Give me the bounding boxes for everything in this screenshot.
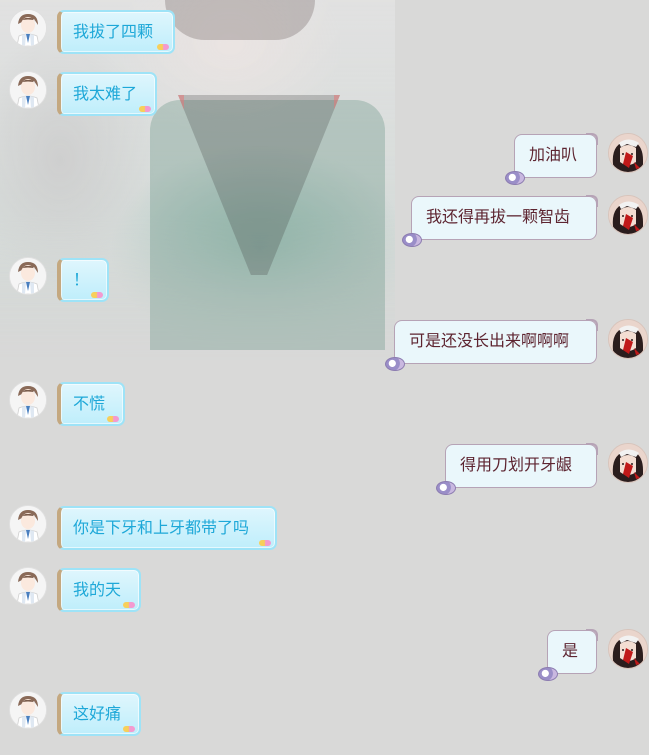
bubble-corner-icon [586,133,598,145]
message-text: 你是下牙和上牙都带了吗 [73,518,250,537]
outgoing-message-bubble[interactable]: 我还得再拔一颗智齿 [402,195,598,247]
bubble-decoration-icon [402,233,422,247]
bubble-corner-icon [586,443,598,455]
incoming-message-bubble[interactable]: 不慌 [57,382,125,426]
message-text: 我拔了四颗 [73,22,154,41]
message-text: 我太难了 [73,84,138,103]
bubble-decoration-icon [157,44,169,50]
message-row-1: 我拔了四颗 [0,9,649,63]
bubble-corner-icon [586,195,598,207]
boy-avatar-icon[interactable] [9,257,47,295]
incoming-message-bubble[interactable]: 这好痛 [57,692,141,736]
bubble-decoration-icon [91,292,103,298]
message-row-11: 是 [0,629,649,683]
girl-avatar-icon[interactable] [608,629,648,669]
message-text: 可是还没长出来啊啊啊 [409,331,570,350]
boy-avatar-icon[interactable] [9,71,47,109]
bubble-corner-icon [586,629,598,641]
boy-avatar-icon[interactable] [9,691,47,729]
boy-avatar-icon[interactable] [9,505,47,543]
outgoing-message-bubble[interactable]: 可是还没长出来啊啊啊 [385,319,598,371]
incoming-message-bubble[interactable]: 你是下牙和上牙都带了吗 [57,506,277,550]
message-text: ！ [73,270,90,289]
message-row-7: 不慌 [0,381,649,435]
message-text: 加油叭 [529,145,578,164]
bubble-decoration-icon [123,726,135,732]
girl-avatar-icon[interactable] [608,319,648,359]
message-text: 不慌 [73,394,106,413]
incoming-message-bubble[interactable]: 我拔了四颗 [57,10,175,54]
bubble-decoration-icon [107,416,119,422]
message-row-9: 你是下牙和上牙都带了吗 [0,505,649,559]
bubble-decoration-icon [436,481,456,495]
girl-avatar-icon[interactable] [608,133,648,173]
message-row-12: 这好痛 [0,691,649,745]
message-row-8: 得用刀划开牙龈 [0,443,649,497]
boy-avatar-icon[interactable] [9,9,47,47]
message-text: 得用刀划开牙龈 [460,455,573,474]
bubble-corner-icon [586,319,598,331]
incoming-message-bubble[interactable]: 我太难了 [57,72,157,116]
message-row-10: 我的天 [0,567,649,621]
outgoing-message-bubble[interactable]: 是 [538,629,598,681]
bubble-decoration-icon [538,667,558,681]
message-text: 我还得再拔一颗智齿 [426,207,571,226]
bubble-decoration-icon [385,357,405,371]
bubble-decoration-icon [259,540,271,546]
outgoing-message-bubble[interactable]: 加油叭 [505,133,598,185]
boy-avatar-icon[interactable] [9,381,47,419]
message-row-5: ！ [0,257,649,311]
message-text: 这好痛 [73,704,122,723]
message-row-4: 我还得再拔一颗智齿 [0,195,649,249]
girl-avatar-icon[interactable] [608,443,648,483]
boy-avatar-icon[interactable] [9,567,47,605]
message-text: 是 [562,641,579,660]
message-text: 我的天 [73,580,122,599]
message-row-6: 可是还没长出来啊啊啊 [0,319,649,373]
outgoing-message-bubble[interactable]: 得用刀划开牙龈 [436,443,598,495]
message-row-3: 加油叭 [0,133,649,187]
incoming-message-bubble[interactable]: 我的天 [57,568,141,612]
chat-window: 我拔了四颗 我太难了 加油叭 我还得再拔一颗智齿 ！ 可是还没长出来啊啊啊 不慌 [0,0,649,755]
incoming-message-bubble[interactable]: ！ [57,258,109,302]
bubble-decoration-icon [123,602,135,608]
bubble-decoration-icon [505,171,525,185]
bubble-decoration-icon [139,106,151,112]
girl-avatar-icon[interactable] [608,195,648,235]
message-row-2: 我太难了 [0,71,649,125]
